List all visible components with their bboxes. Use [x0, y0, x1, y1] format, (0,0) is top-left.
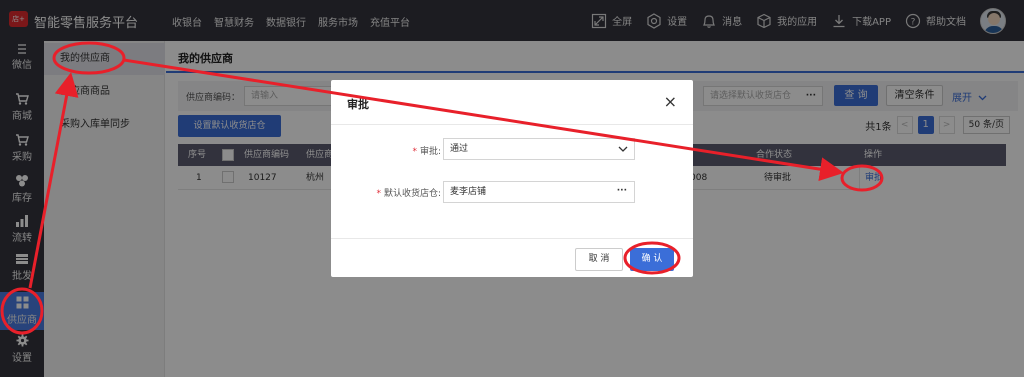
chevron-down-icon [618, 146, 628, 152]
more-icon: ··· [616, 186, 627, 196]
approval-modal: 审批 × * 审批: 通过 * 默认收货店仓: 麦李店铺 ··· 取 消 确 认 [331, 80, 693, 277]
cancel-button[interactable]: 取 消 [575, 248, 623, 271]
approve-field-label: * 审批: [412, 147, 441, 157]
modal-title: 审批 [347, 98, 369, 111]
close-icon[interactable]: × [664, 92, 677, 111]
approve-select-value: 通过 [450, 144, 469, 154]
modal-footer-divider [331, 238, 693, 239]
confirm-button[interactable]: 确 认 [630, 248, 674, 271]
approve-label-text: 审批: [419, 147, 441, 157]
store-field-label: * 默认收货店仓: [376, 189, 441, 199]
default-store-value: 麦李店铺 [450, 187, 487, 197]
approve-select[interactable]: 通过 [443, 138, 635, 160]
default-store-field[interactable]: 麦李店铺 ··· [443, 181, 635, 203]
modal-header-divider [331, 124, 693, 125]
store-label-text: 默认收货店仓: [383, 189, 441, 199]
